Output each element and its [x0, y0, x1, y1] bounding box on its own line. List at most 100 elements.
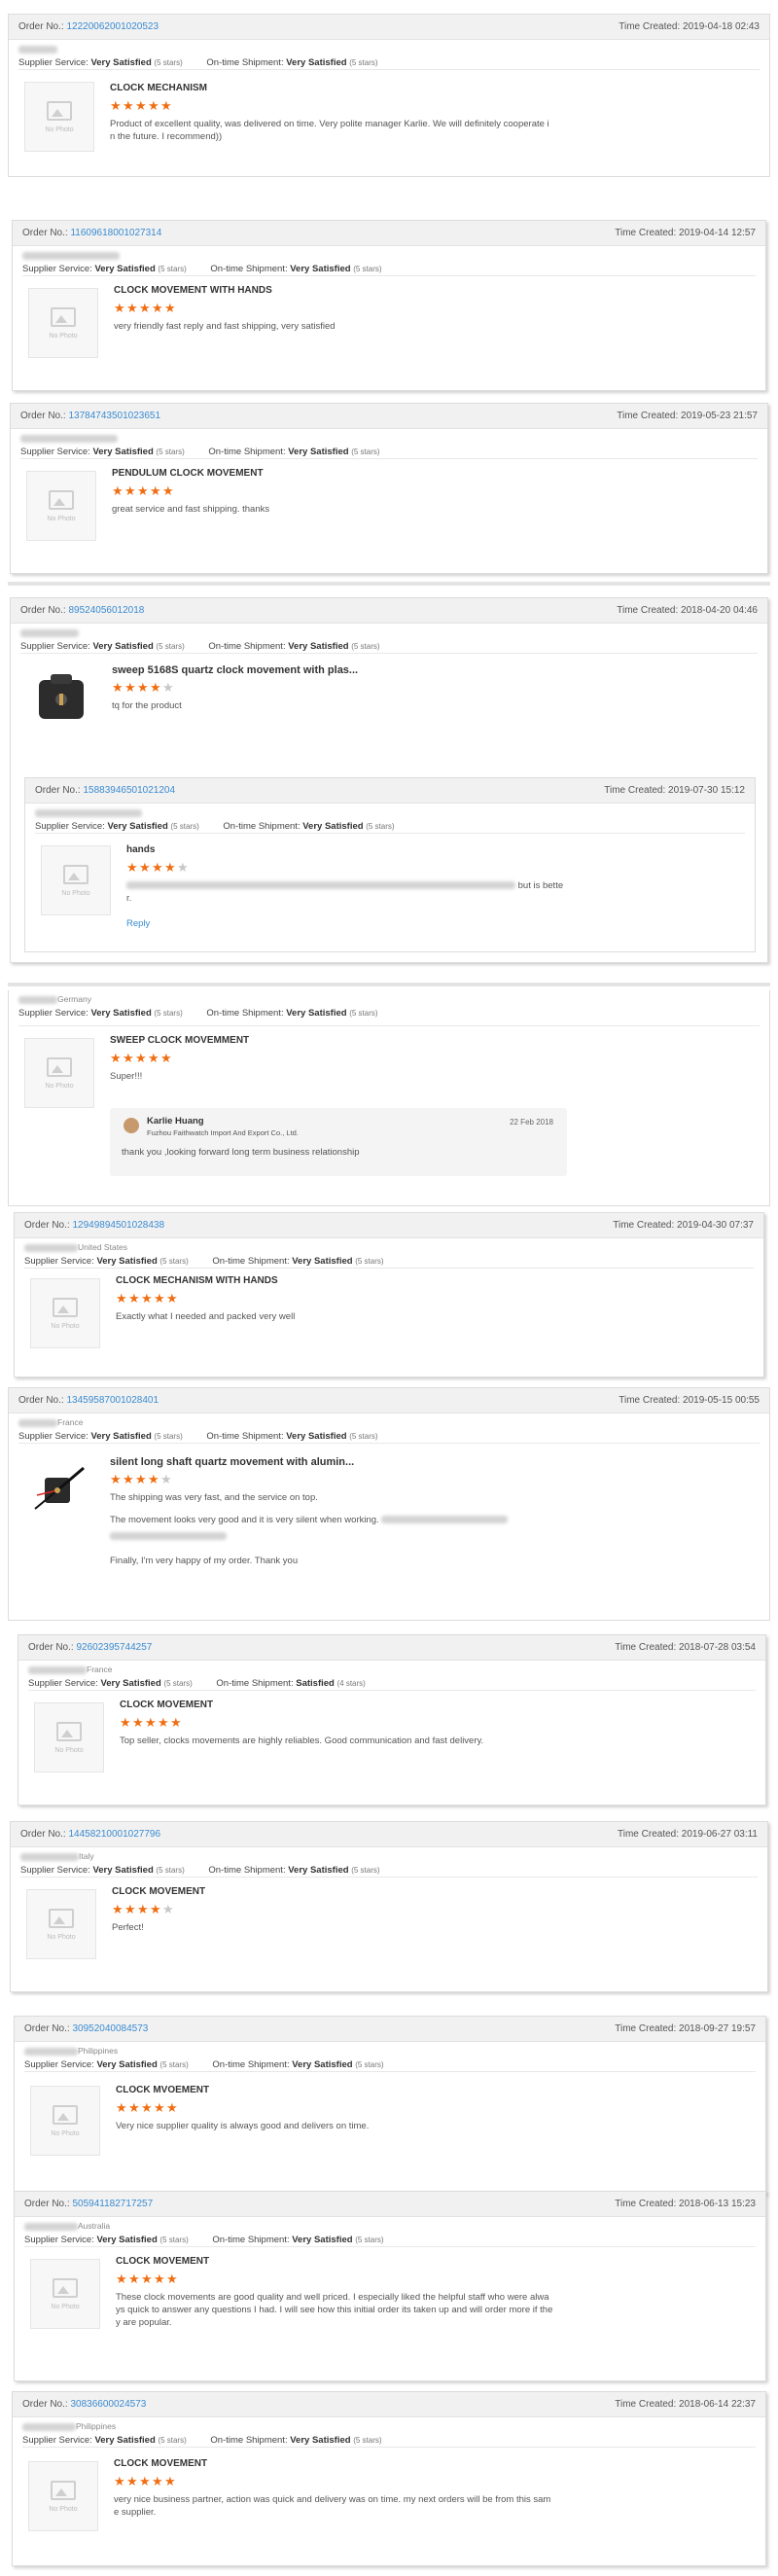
product-thumbnail[interactable]: No Photo	[26, 471, 96, 541]
product-title[interactable]: CLOCK MECHANISM	[110, 82, 740, 95]
product-thumbnail[interactable]: No Photo	[30, 1278, 100, 1348]
star-icon: ★	[148, 1472, 159, 1486]
order-link[interactable]: 12220062001020523	[66, 21, 159, 32]
card-header: Order No.: 92602395744257 Time Created: …	[18, 1635, 765, 1661]
product-thumbnail[interactable]: No Photo	[24, 82, 94, 152]
review-body: No Photo PENDULUM CLOCK MOVEMENT ★★★★★ g…	[20, 458, 758, 567]
product-title[interactable]: CLOCK MVOEMENT	[116, 2084, 736, 2097]
blurred-buyer-name	[35, 808, 142, 817]
order-link[interactable]: 13784743501023651	[68, 411, 160, 421]
blurred-text	[110, 1532, 227, 1541]
star-icon: ★	[148, 1051, 159, 1065]
star-icon: ★	[120, 1715, 131, 1730]
product-title[interactable]: hands	[126, 843, 725, 857]
section-divider	[8, 983, 770, 986]
star-icon: ★	[160, 98, 172, 113]
product-thumbnail[interactable]	[26, 663, 96, 733]
time-created: Time Created: 2019-05-23 21:57	[617, 411, 758, 421]
order-number: Order No.: 30836600024573	[22, 2399, 147, 2410]
review-text: Product of excellent quality, was delive…	[110, 119, 549, 142]
buyer-meta: Supplier Service: Very Satisfied (5 star…	[13, 246, 765, 275]
service-ratings: Supplier Service: Very Satisfied (5 star…	[20, 447, 380, 457]
product-thumbnail[interactable]: No Photo	[30, 2086, 100, 2156]
star-icon: ★	[166, 2100, 178, 2115]
product-title[interactable]: silent long shaft quartz movement with a…	[110, 1455, 740, 1469]
review-body: No Photo hands ★★★★★ but is bette r. Rep…	[35, 833, 745, 949]
review-text: These clock movements are good quality a…	[116, 2292, 553, 2328]
star-icon: ★	[154, 1291, 165, 1306]
product-title[interactable]: CLOCK MOVEMENT	[112, 1885, 738, 1899]
review-body: No Photo CLOCK MOVEMENT ★★★★★ Perfect!	[20, 1877, 758, 1986]
product-title[interactable]: sweep 5168S quartz clock movement with p…	[112, 663, 738, 677]
review-card: Order No.: 30952040084573 Time Created: …	[14, 2016, 766, 2195]
product-thumbnail[interactable]: No Photo	[34, 1702, 104, 1772]
star-icon: ★	[123, 1472, 134, 1486]
order-link[interactable]: 92602395744257	[76, 1642, 152, 1653]
review-card: Order No.: 92602395744257 Time Created: …	[18, 1634, 766, 1806]
order-link[interactable]: 15883946501021204	[83, 785, 175, 796]
order-link[interactable]: 89524056012018	[68, 605, 144, 616]
product-thumbnail[interactable]: No Photo	[24, 1038, 94, 1108]
product-title[interactable]: CLOCK MOVEMENT	[120, 1699, 736, 1712]
order-link[interactable]: 30836600024573	[70, 2399, 146, 2410]
buyer-meta: United States Supplier Service: Very Sat…	[15, 1238, 763, 1268]
blurred-text	[126, 881, 515, 890]
product-title[interactable]: CLOCK MOVEMENT	[114, 2457, 736, 2471]
card-header: Order No.: 505941182717257 Time Created:…	[15, 2192, 765, 2217]
order-link[interactable]: 13459587001028401	[66, 1395, 159, 1406]
star-icon: ★	[126, 860, 138, 875]
order-link[interactable]: 14458210001027796	[68, 1829, 160, 1840]
service-ratings: Supplier Service: Very Satisfied (5 star…	[28, 1678, 366, 1689]
star-icon: ★	[152, 860, 163, 875]
star-icon: ★	[137, 680, 149, 695]
buyer-country: Philippines	[22, 2421, 756, 2431]
time-created: Time Created: 2018-09-27 19:57	[615, 2023, 756, 2034]
star-icon: ★	[154, 2272, 165, 2286]
review-body: No Photo CLOCK MOVEMENT ★★★★★ These cloc…	[24, 2246, 756, 2373]
review-card: Order No.: 14458210001027796 Time Create…	[10, 1821, 768, 1992]
buyer-country: Australia	[24, 2221, 756, 2231]
product-thumbnail[interactable]: No Photo	[30, 2259, 100, 2329]
review-card: Order No.: 12220062001020523 Time Create…	[8, 14, 770, 177]
order-link[interactable]: 12949894501028438	[72, 1220, 164, 1231]
product-title[interactable]: PENDULUM CLOCK MOVEMENT	[112, 467, 738, 481]
product-title[interactable]: CLOCK MECHANISM WITH HANDS	[116, 1274, 734, 1288]
buyer-meta: Germany Supplier Service: Very Satisfied…	[9, 990, 769, 1025]
service-ratings: Supplier Service: Very Satisfied (5 star…	[24, 1256, 384, 1267]
product-title[interactable]: CLOCK MOVEMENT WITH HANDS	[114, 284, 736, 298]
order-number: Order No.: 92602395744257	[28, 1642, 153, 1653]
product-title[interactable]: SWEEP CLOCK MOVEMMENT	[110, 1034, 740, 1048]
order-number: Order No.: 13459587001028401	[18, 1395, 159, 1406]
review-text: Perfect!	[112, 1922, 144, 1933]
product-thumbnail[interactable]: No Photo	[41, 845, 111, 915]
star-icon: ★	[128, 2100, 140, 2115]
star-icon: ★	[141, 1291, 153, 1306]
review-card: Germany Supplier Service: Very Satisfied…	[8, 990, 770, 1206]
star-icon: ★	[160, 1051, 172, 1065]
star-rating: ★★★★★	[112, 680, 738, 696]
blurred-buyer-name	[18, 45, 57, 54]
review-body: No Photo CLOCK MECHANISM WITH HANDS ★★★★…	[24, 1268, 754, 1373]
product-thumbnail[interactable]: No Photo	[28, 288, 98, 358]
order-link[interactable]: 505941182717257	[72, 2199, 153, 2209]
seller-reply: Karlie Huang Fuzhou Faithwatch Import An…	[110, 1108, 567, 1176]
star-empty-icon: ★	[160, 1472, 172, 1486]
product-thumbnail[interactable]: No Photo	[26, 1889, 96, 1959]
product-thumbnail[interactable]	[24, 1455, 94, 1525]
service-ratings: Supplier Service: Very Satisfied (5 star…	[18, 57, 378, 68]
seller-avatar	[124, 1118, 139, 1133]
star-icon: ★	[148, 98, 159, 113]
buyer-meta: Supplier Service: Very Satisfied (5 star…	[11, 624, 767, 653]
order-link[interactable]: 30952040084573	[72, 2023, 148, 2034]
star-icon: ★	[114, 2474, 125, 2488]
star-icon: ★	[128, 1291, 140, 1306]
order-link[interactable]: 11609618001027314	[70, 228, 161, 238]
product-thumbnail[interactable]: No Photo	[28, 2461, 98, 2531]
star-rating: ★★★★★	[116, 1291, 734, 1306]
star-icon: ★	[112, 680, 124, 695]
buyer-meta: Supplier Service: Very Satisfied (5 star…	[11, 429, 767, 458]
product-title[interactable]: CLOCK MOVEMENT	[116, 2255, 736, 2269]
star-icon: ★	[112, 483, 124, 498]
reply-link[interactable]: Reply	[126, 918, 150, 929]
review-text: very nice business partner, action was q…	[114, 2494, 551, 2518]
